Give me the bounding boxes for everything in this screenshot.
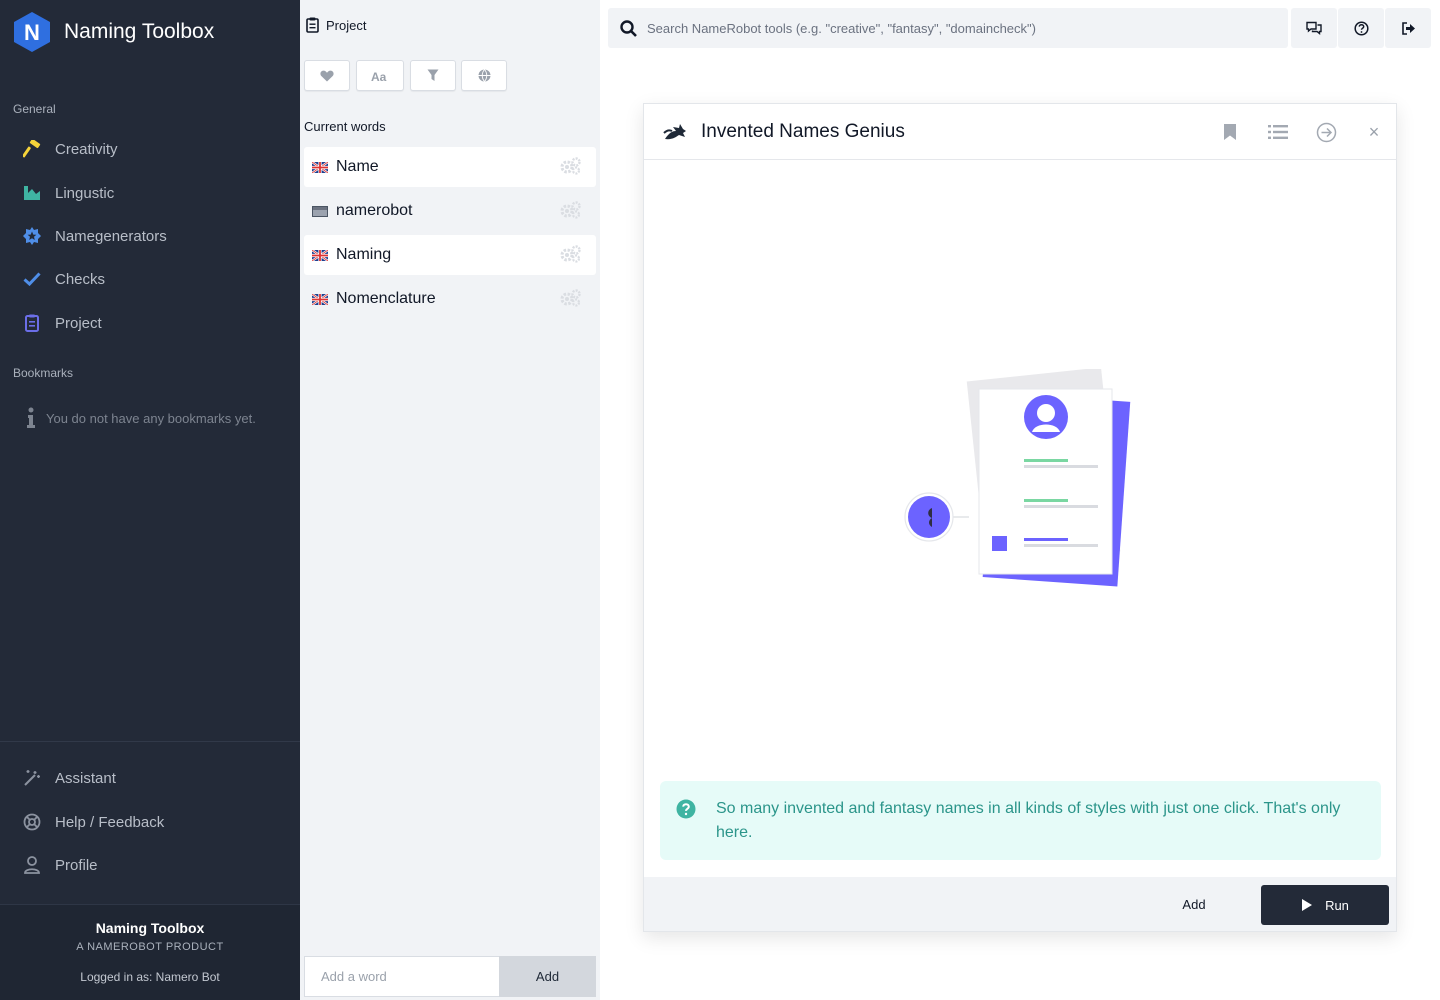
logout-icon (1401, 21, 1415, 35)
chat-icon (1306, 21, 1322, 35)
dragon-icon (663, 123, 686, 139)
nav-label: Project (55, 314, 102, 332)
project-panel: Project Aa Current words Name namerobot … (300, 0, 600, 1000)
word-text: Naming (336, 246, 392, 263)
bookmarks-empty-text: You do not have any bookmarks yet. (46, 410, 256, 426)
add-word-form: Add (304, 956, 596, 997)
help-icon (1353, 20, 1369, 36)
uk-flag-icon (312, 293, 328, 305)
bookmark-icon[interactable] (1218, 120, 1242, 144)
brand[interactable]: N Naming Toolbox (13, 11, 214, 53)
play-icon (1302, 899, 1313, 911)
word-text: namerobot (336, 202, 413, 219)
nav-label: Creativity (55, 140, 118, 158)
info-icon (27, 407, 35, 428)
nav-label: Lingustic (55, 184, 115, 202)
nav-assistant[interactable]: Assistant (22, 763, 282, 793)
word-row[interactable]: Nomenclature (304, 279, 596, 319)
nav-profile[interactable]: Profile (22, 850, 282, 880)
nav-creativity[interactable]: Creativity (22, 134, 282, 164)
svg-text:Aa: Aa (371, 70, 387, 82)
logout-button[interactable] (1385, 8, 1431, 48)
app-title: Naming Toolbox (64, 20, 215, 43)
neutral-flag-icon (312, 205, 328, 217)
list-icon[interactable] (1266, 120, 1290, 144)
sidebar-footer: Naming Toolbox A NAMEROBOT PRODUCT Logge… (0, 904, 300, 1000)
footer-subtitle: A NAMEROBOT PRODUCT (76, 941, 224, 953)
search-icon (620, 19, 637, 37)
logo-letter: N (24, 20, 40, 45)
logo-icon: N (14, 12, 50, 52)
nav-label: Profile (55, 856, 98, 874)
chat-button[interactable] (1291, 8, 1337, 48)
tool-card-header: Invented Names Genius × (644, 104, 1396, 160)
resume-illustration (904, 369, 1131, 587)
text-case-icon: Aa (371, 70, 387, 82)
globe-icon (478, 69, 490, 82)
nav-label: Checks (55, 270, 106, 288)
filter-icon (427, 69, 439, 81)
hammer-icon (22, 139, 42, 159)
gears-icon[interactable] (560, 157, 582, 175)
nav-label: Help / Feedback (55, 813, 165, 831)
chart-icon (22, 183, 42, 203)
add-tool-button[interactable]: Add (1144, 877, 1244, 931)
add-word-input[interactable] (304, 956, 499, 997)
user-icon (22, 855, 42, 875)
project-title: Project (326, 17, 367, 33)
heart-icon (320, 70, 334, 81)
tool-card: Invented Names Genius × So many invented… (643, 103, 1397, 932)
word-row[interactable]: Naming (304, 235, 596, 275)
current-words-label: Current words (304, 119, 386, 134)
nav-checks[interactable]: Checks (22, 264, 282, 294)
run-label: Run (1325, 897, 1349, 913)
star-badge-icon (22, 226, 42, 246)
nav-lingustic[interactable]: Lingustic (22, 178, 282, 208)
sidebar-divider (0, 741, 300, 742)
section-bookmarks: Bookmarks (13, 366, 74, 380)
clipboard-icon (22, 313, 42, 333)
word-text: Name (336, 158, 379, 175)
project-header: Project (306, 17, 366, 33)
run-button[interactable]: Run (1261, 885, 1389, 925)
tool-card-footer: Add Run (644, 877, 1396, 931)
nav-project[interactable]: Project (22, 308, 282, 338)
nav-label: Namegenerators (55, 227, 167, 245)
gears-icon[interactable] (560, 289, 582, 307)
gears-icon[interactable] (560, 201, 582, 219)
tool-description: So many invented and fantasy names in al… (716, 800, 1341, 841)
bookmarks-empty-message: You do not have any bookmarks yet. (24, 407, 256, 429)
arrow-circle-icon[interactable] (1314, 120, 1338, 144)
clipboard-icon (306, 17, 319, 33)
gears-icon[interactable] (560, 245, 582, 263)
word-text: Nomenclature (336, 290, 436, 307)
tool-title: Invented Names Genius (701, 120, 905, 142)
word-row[interactable]: Name (304, 147, 596, 187)
filter-button[interactable] (410, 60, 456, 91)
add-word-button[interactable]: Add (499, 956, 596, 997)
lifebuoy-icon (22, 812, 42, 832)
nav-help-feedback[interactable]: Help / Feedback (22, 807, 282, 837)
uk-flag-icon (312, 161, 328, 173)
help-button[interactable] (1338, 8, 1384, 48)
logged-in-text: Logged in as: Namero Bot (80, 970, 220, 984)
nav-namegenerators[interactable]: Namegenerators (22, 221, 282, 251)
sidebar: N Naming Toolbox General Creativity Ling… (0, 0, 300, 1000)
close-icon[interactable]: × (1362, 120, 1386, 144)
check-icon (22, 269, 42, 289)
favorites-button[interactable] (304, 60, 350, 91)
tool-info-box: So many invented and fantasy names in al… (660, 781, 1381, 860)
question-circle-icon (676, 799, 696, 819)
search-input[interactable] (647, 20, 1267, 36)
nav-label: Assistant (55, 769, 116, 787)
footer-title: Naming Toolbox (95, 920, 205, 936)
uk-flag-icon (312, 249, 328, 261)
section-general: General (13, 102, 56, 116)
magic-wand-icon (22, 768, 42, 788)
search-bar[interactable] (608, 8, 1288, 48)
language-button[interactable] (461, 60, 507, 91)
word-row[interactable]: namerobot (304, 191, 596, 231)
text-case-button[interactable]: Aa (356, 60, 404, 91)
